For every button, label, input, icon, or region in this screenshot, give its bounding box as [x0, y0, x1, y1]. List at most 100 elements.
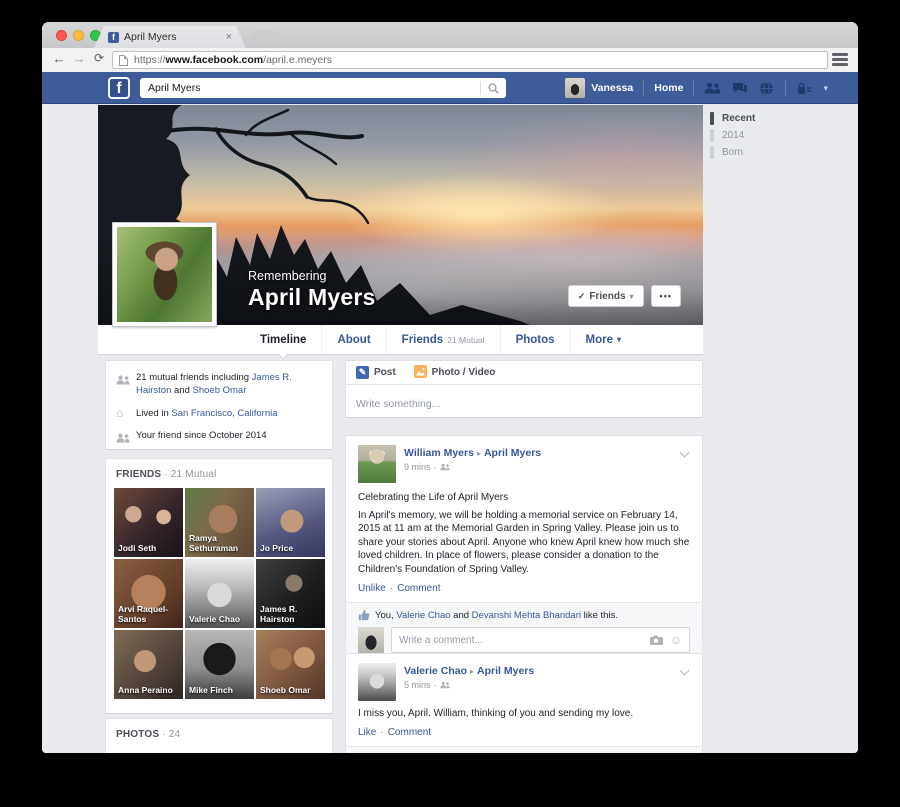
more-options-button[interactable]: ••• [651, 285, 681, 307]
post-composer: ✎ Post Photo / Video [345, 360, 703, 418]
target-link[interactable]: April Myers [484, 447, 541, 459]
arrow-separator-icon: ▸ [477, 449, 481, 458]
friends-box-header: FRIENDS · 21 Mutual [116, 469, 324, 480]
chevron-down-icon: ▾ [617, 335, 621, 344]
home-icon: ⌂ [116, 407, 136, 420]
search-icon[interactable] [480, 81, 506, 95]
friend-tile[interactable]: Ramya Sethuraman [185, 488, 254, 557]
profile-picture-image [117, 227, 212, 322]
comment-link[interactable]: Comment [397, 583, 440, 594]
target-link[interactable]: April Myers [477, 665, 534, 677]
photo-video-icon [414, 365, 427, 381]
mutual-friends-row: 21 mutual friends including James R. Hai… [116, 371, 322, 398]
post-body: I miss you, April. William, thinking of … [358, 707, 690, 720]
author-link[interactable]: William Myers [404, 447, 474, 459]
back-button[interactable]: ← [50, 51, 68, 66]
privacy-shortcuts-icon[interactable] [796, 80, 813, 97]
timeline-year-nav: Recent 2014 Born [710, 110, 800, 161]
post-actions: Like·Comment [358, 727, 690, 738]
friend-tile[interactable]: Arvi Raquel-Santos [114, 559, 183, 628]
profile-picture[interactable] [112, 222, 217, 327]
composer-post-tab[interactable]: ✎ Post [356, 366, 396, 379]
settings-caret-icon[interactable]: ▾ [823, 83, 828, 94]
profile-shortcut[interactable]: Vanessa [565, 78, 633, 98]
post-meta: 5 mins · [404, 680, 534, 690]
new-tab-button[interactable] [248, 30, 282, 44]
browser-tab-strip: f April Myers × [42, 22, 858, 48]
browser-menu-icon[interactable] [832, 53, 848, 66]
like-link[interactable]: Like [358, 727, 376, 738]
author-avatar[interactable] [358, 663, 396, 701]
friends-status-button[interactable]: ✓ Friends ▾ [568, 285, 644, 307]
friend-tile[interactable]: Shoeb Omar [256, 630, 325, 699]
timeline-nav-born[interactable]: Born [710, 144, 800, 161]
minimize-window-button[interactable] [73, 30, 84, 41]
browser-toolbar: ← → ⟳ https://www.facebook.com/april.e.m… [42, 48, 858, 72]
tab-about[interactable]: About [321, 325, 385, 354]
timeline-nav-recent[interactable]: Recent [710, 110, 800, 127]
friend-tile[interactable]: Anna Peraino [114, 630, 183, 699]
mutual-friend-link[interactable]: Shoeb Omar [193, 385, 247, 396]
photos-box-header: PHOTOS · 24 [116, 729, 324, 740]
write-something-input[interactable] [356, 398, 692, 410]
comment-link[interactable]: Comment [388, 727, 431, 738]
friend-tile[interactable]: Jodi Seth [114, 488, 183, 557]
post-menu-chevron-icon[interactable] [680, 448, 690, 458]
author-avatar[interactable] [358, 445, 396, 483]
facebook-header: f Vanessa Home [42, 72, 858, 104]
chevron-down-icon: ▾ [630, 292, 634, 301]
browser-tab[interactable]: f April Myers × [94, 26, 246, 48]
post-title: Celebrating the Life of April Myers [358, 492, 690, 503]
url-bar[interactable]: https://www.facebook.com/april.e.meyers [112, 51, 828, 69]
emoji-icon[interactable]: ☺ [670, 634, 682, 646]
friend-requests-icon[interactable] [704, 80, 721, 97]
likes-summary: William Myers likes this. [346, 747, 702, 753]
post-actions: Unlike·Comment [358, 583, 690, 594]
composer-photo-tab[interactable]: Photo / Video [414, 365, 496, 381]
friend-tile[interactable]: Mike Finch [185, 630, 254, 699]
friends-grid: Jodi Seth Ramya Sethuraman Jo Price Arvi… [114, 488, 324, 699]
camera-icon[interactable] [650, 635, 663, 645]
timestamp[interactable]: 5 mins [404, 680, 431, 690]
timestamp[interactable]: 9 mins [404, 462, 431, 472]
check-icon: ✓ [578, 291, 586, 302]
search-input[interactable] [140, 82, 480, 94]
commenter-avatar[interactable] [358, 627, 384, 653]
tab-timeline[interactable]: Timeline [245, 325, 321, 354]
home-link[interactable]: Home [654, 82, 683, 94]
unlike-link[interactable]: Unlike [358, 583, 386, 594]
comment-input[interactable] [399, 635, 643, 646]
liker-link[interactable]: Valerie Chao [396, 610, 450, 621]
post-menu-chevron-icon[interactable] [680, 666, 690, 676]
facebook-page: Recent 2014 Born [42, 104, 858, 753]
tab-close-icon[interactable]: × [226, 31, 232, 43]
city-link[interactable]: San Francisco, California [171, 408, 277, 419]
post-byline: William Myers▸April Myers [404, 445, 541, 459]
forward-button[interactable]: → [70, 51, 88, 66]
profile-name: April Myers [248, 284, 375, 311]
friend-tile[interactable]: James R. Hairston [256, 559, 325, 628]
timeline-nav-2014[interactable]: 2014 [710, 127, 800, 144]
close-window-button[interactable] [56, 30, 67, 41]
url-text: https://www.facebook.com/april.e.meyers [134, 54, 332, 66]
notifications-globe-icon[interactable] [758, 80, 775, 97]
profile-tabs: Timeline About Friends 21 Mutual Photos … [98, 325, 703, 355]
tab-friends[interactable]: Friends 21 Mutual [386, 325, 500, 354]
friend-tile[interactable]: Valerie Chao [185, 559, 254, 628]
author-link[interactable]: Valerie Chao [404, 665, 467, 677]
likes-summary: You, Valerie Chao and Devanshi Mehta Bha… [346, 603, 702, 627]
friend-tile[interactable]: Jo Price [256, 488, 325, 557]
page-icon [119, 55, 128, 66]
post-byline: Valerie Chao▸April Myers [404, 663, 534, 677]
tab-more[interactable]: More ▾ [570, 325, 637, 354]
liker-link[interactable]: Devanshi Mehta Bhandari [472, 610, 581, 621]
tab-title: April Myers [124, 31, 222, 43]
browser-window: f April Myers × ← → ⟳ https://www.facebo… [42, 22, 858, 753]
facebook-logo[interactable]: f [108, 77, 130, 99]
lived-in-row: ⌂ Lived in San Francisco, California [116, 407, 322, 420]
tab-photos[interactable]: Photos [500, 325, 570, 354]
pencil-icon: ✎ [356, 366, 369, 379]
messages-icon[interactable] [731, 80, 748, 97]
reload-button[interactable]: ⟳ [90, 51, 108, 65]
post-william-myers: William Myers▸April Myers 9 mins · Celeb… [345, 435, 703, 646]
